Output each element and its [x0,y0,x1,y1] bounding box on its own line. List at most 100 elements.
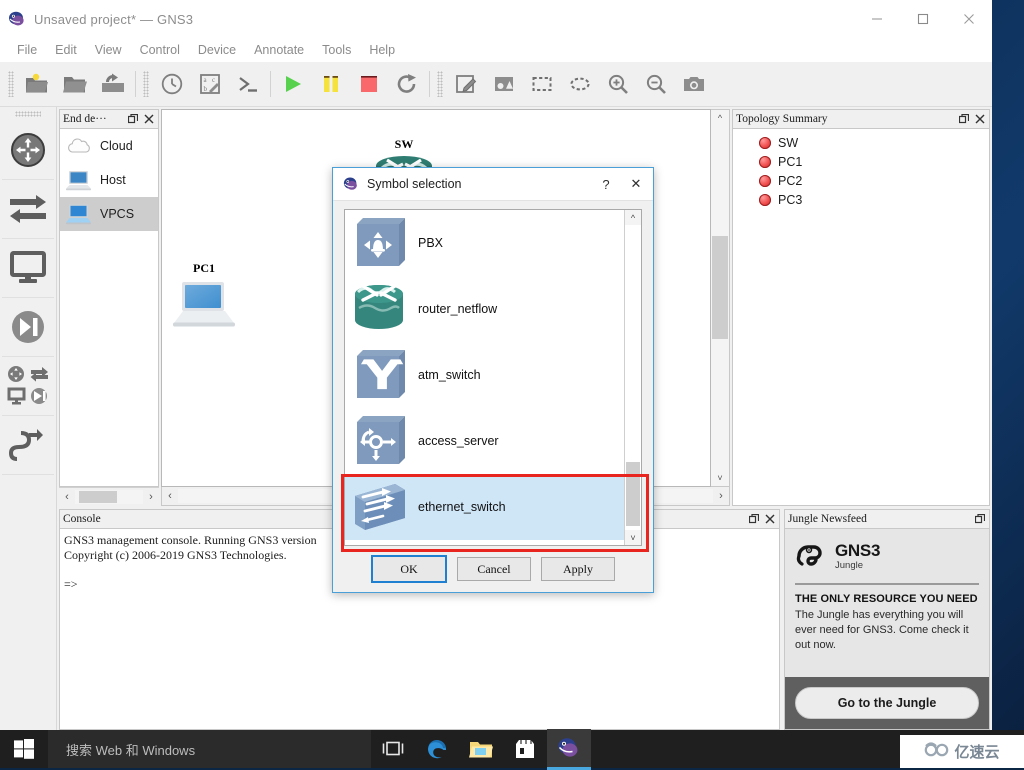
scroll-left-icon[interactable]: ‹ [59,489,75,505]
scroll-down-icon[interactable]: ˅ [711,470,729,486]
scroll-track[interactable] [625,225,641,530]
symbol-list-scrollbar[interactable]: ^ ˅ [624,210,641,545]
undock-icon[interactable] [747,512,761,526]
newsfeed-headline: THE ONLY RESOURCE YOU NEED [795,593,978,605]
scroll-left-icon[interactable]: ‹ [162,488,178,504]
new-project-icon[interactable] [18,65,56,103]
microsoft-store-icon[interactable] [503,730,547,768]
scroll-right-icon[interactable]: › [143,489,159,505]
scroll-right-icon[interactable]: › [713,488,729,504]
device-list-item-cloud[interactable]: Cloud [60,129,158,163]
close-icon[interactable] [763,512,777,526]
topology-node-row[interactable]: PC3 [733,190,989,209]
routers-icon[interactable] [2,121,54,180]
toolbar-grip[interactable] [143,71,149,97]
chevron-down-icon[interactable]: ˅ [625,530,641,545]
windows-start-icon[interactable] [0,730,48,768]
topology-node-row[interactable]: PC2 [733,171,989,190]
close-icon[interactable]: ✕ [619,176,653,192]
pause-all-icon[interactable] [312,65,350,103]
symbol-row-access-server[interactable]: access_server [345,408,624,474]
maximize-icon[interactable] [900,0,946,38]
ok-button[interactable]: OK [371,555,447,583]
close-icon[interactable] [946,0,992,38]
menu-item-edit[interactable]: Edit [46,40,86,60]
edge-browser-icon[interactable] [415,730,459,768]
start-all-icon[interactable] [274,65,312,103]
switches-icon[interactable] [2,180,54,239]
watermark: 亿速云 [900,735,1024,768]
chevron-up-icon[interactable]: ^ [625,210,641,225]
device-list-item-vpcs[interactable]: VPCS [60,197,158,231]
go-to-jungle-button[interactable]: Go to the Jungle [795,687,979,719]
menu-item-control[interactable]: Control [131,40,189,60]
cancel-button[interactable]: Cancel [457,557,531,581]
scroll-up-icon[interactable]: ^ [711,110,729,126]
scroll-track[interactable] [75,490,143,504]
insert-image-icon[interactable] [485,65,523,103]
gns3-taskbar-icon[interactable] [547,728,591,770]
undock-icon[interactable] [957,112,971,126]
show-hide-labels-icon[interactable]: a c b [191,65,229,103]
draw-rectangle-icon[interactable] [523,65,561,103]
symbol-list[interactable]: PBX router_netflow atm_switch access_ser… [344,209,642,546]
menu-item-help[interactable]: Help [360,40,404,60]
toolbar-grip[interactable] [437,71,443,97]
snapshot-clock-icon[interactable] [153,65,191,103]
menu-item-view[interactable]: View [86,40,131,60]
symbol-row-pbx[interactable]: PBX [345,210,624,276]
zoom-in-icon[interactable] [599,65,637,103]
dock-titlebar: Jungle Newsfeed [784,509,990,528]
close-icon[interactable] [142,112,156,126]
undock-icon[interactable] [973,512,987,526]
svg-text:b: b [204,85,208,93]
undock-icon[interactable] [126,112,140,126]
zoom-out-icon[interactable] [637,65,675,103]
dock-title-text: Topology Summary [736,113,828,125]
toolbar-grip[interactable] [8,71,14,97]
apply-button[interactable]: Apply [541,557,615,581]
file-explorer-icon[interactable] [459,730,503,768]
scroll-track[interactable] [711,126,729,470]
canvas-node-pc1[interactable]: PC1 [171,261,237,335]
canvas-vscrollbar[interactable]: ^ ˅ [711,109,730,487]
canvas-node-label: PC1 [193,261,215,275]
add-note-icon[interactable] [447,65,485,103]
scroll-thumb[interactable] [712,236,728,340]
security-devices-icon[interactable] [2,298,54,357]
topology-node-list[interactable]: SW PC1 PC2 PC3 [732,128,990,506]
stop-all-icon[interactable] [350,65,388,103]
save-project-icon[interactable] [94,65,132,103]
symbol-row-ethernet-switch[interactable]: ethernet_switch [345,474,624,540]
help-button[interactable]: ? [593,177,619,192]
toolbar-grip[interactable] [15,111,41,117]
task-view-icon[interactable] [371,730,415,768]
symbol-row-atm-switch[interactable]: atm_switch [345,342,624,408]
minimize-icon[interactable] [854,0,900,38]
add-link-icon[interactable] [2,416,54,475]
menu-item-device[interactable]: Device [189,40,245,60]
scroll-thumb[interactable] [79,491,118,503]
end-devices-icon[interactable] [2,239,54,298]
topology-node-row[interactable]: PC1 [733,152,989,171]
scroll-thumb[interactable] [626,462,640,526]
symbol-row-router-netflow[interactable]: router_netflow [345,276,624,342]
window-titlebar: Unsaved project* — GNS3 [0,0,992,38]
all-devices-icon[interactable] [2,357,54,416]
device-list-item-host[interactable]: Host [60,163,158,197]
screenshot-icon[interactable] [675,65,713,103]
end-devices-hscrollbar[interactable]: ‹ › [59,487,159,506]
close-icon[interactable] [973,112,987,126]
symbol-label: access_server [418,434,499,448]
menu-item-tools[interactable]: Tools [313,40,360,60]
status-badge [759,193,771,206]
console-prompt-icon[interactable] [229,65,267,103]
open-project-icon[interactable] [56,65,94,103]
menu-item-annotate[interactable]: Annotate [245,40,313,60]
reload-all-icon[interactable] [388,65,426,103]
menu-item-file[interactable]: File [8,40,46,60]
draw-ellipse-icon[interactable] [561,65,599,103]
search-input[interactable]: 搜索 Web 和 Windows [48,730,371,768]
symbol-label: PBX [418,236,444,250]
topology-node-row[interactable]: SW [733,133,989,152]
